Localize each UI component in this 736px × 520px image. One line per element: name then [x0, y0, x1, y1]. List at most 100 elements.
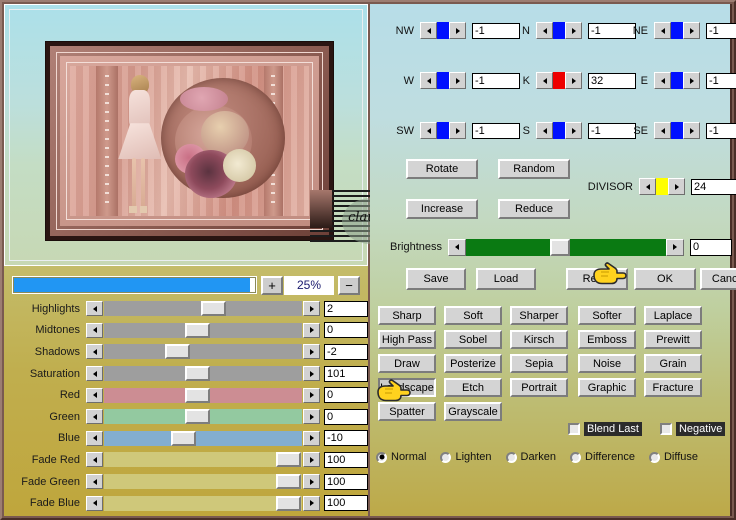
slider-value[interactable]: 100 — [324, 451, 368, 468]
divisor-spinner[interactable] — [639, 178, 685, 195]
zoom-slider[interactable] — [12, 276, 257, 294]
slider-value[interactable]: 100 — [324, 495, 368, 512]
kernel-bar[interactable] — [553, 72, 565, 89]
slider-track[interactable] — [104, 474, 302, 490]
kernel-spinner[interactable] — [536, 72, 582, 89]
filter-sharper-button[interactable]: Sharper — [510, 306, 568, 325]
kernel-spinner[interactable] — [420, 72, 466, 89]
slider-track[interactable] — [104, 430, 302, 446]
filter-soft-button[interactable]: Soft — [444, 306, 502, 325]
kernel-increase-icon[interactable] — [683, 122, 700, 139]
kernel-bar[interactable] — [553, 122, 565, 139]
filter-draw-button[interactable]: Draw — [378, 354, 436, 373]
slider-track[interactable] — [104, 366, 302, 382]
slider-thumb[interactable] — [185, 322, 211, 338]
slider-thumb[interactable] — [276, 495, 302, 511]
slider-thumb[interactable] — [185, 387, 211, 403]
load-button[interactable]: Load — [476, 268, 536, 290]
slider-thumb[interactable] — [185, 409, 211, 425]
filter-grayscale-button[interactable]: Grayscale — [444, 402, 502, 421]
divisor-decrease-icon[interactable] — [639, 178, 656, 195]
slider-increase-icon[interactable] — [303, 344, 320, 360]
filter-landscape-button[interactable]: Landscape — [378, 378, 436, 397]
ok-button[interactable]: OK — [634, 268, 696, 290]
kernel-decrease-icon[interactable] — [420, 122, 437, 139]
kernel-value[interactable]: -1 — [706, 72, 736, 89]
slider-increase-icon[interactable] — [303, 366, 320, 382]
kernel-spinner[interactable] — [536, 22, 582, 39]
slider-track[interactable] — [104, 409, 302, 425]
radio-diffuse[interactable] — [648, 451, 660, 463]
brightness-thumb[interactable] — [550, 238, 570, 256]
kernel-bar[interactable] — [671, 22, 683, 39]
kernel-bar[interactable] — [671, 72, 683, 89]
slider-value[interactable]: -10 — [324, 430, 368, 447]
kernel-increase-icon[interactable] — [449, 72, 466, 89]
kernel-decrease-icon[interactable] — [420, 22, 437, 39]
slider-increase-icon[interactable] — [303, 430, 320, 446]
kernel-decrease-icon[interactable] — [536, 72, 553, 89]
slider-value[interactable]: -2 — [324, 343, 368, 360]
brightness-value[interactable]: 0 — [690, 238, 732, 256]
slider-value[interactable]: 2 — [324, 300, 368, 317]
random-button[interactable]: Random — [498, 159, 570, 179]
kernel-increase-icon[interactable] — [565, 122, 582, 139]
radio-darken[interactable] — [505, 451, 517, 463]
slider-increase-icon[interactable] — [303, 452, 320, 468]
divisor-value[interactable]: 24 — [691, 178, 736, 195]
kernel-decrease-icon[interactable] — [654, 72, 671, 89]
kernel-decrease-icon[interactable] — [536, 22, 553, 39]
slider-decrease-icon[interactable] — [86, 322, 103, 338]
kernel-increase-icon[interactable] — [449, 122, 466, 139]
zoom-in-button[interactable]: + — [261, 275, 283, 295]
kernel-spinner[interactable] — [536, 122, 582, 139]
radio-difference[interactable] — [570, 451, 582, 463]
kernel-bar[interactable] — [437, 122, 449, 139]
slider-decrease-icon[interactable] — [86, 430, 103, 446]
filter-graphic-button[interactable]: Graphic — [578, 378, 636, 397]
kernel-bar[interactable] — [437, 22, 449, 39]
kernel-bar[interactable] — [437, 72, 449, 89]
slider-decrease-icon[interactable] — [86, 387, 103, 403]
kernel-bar[interactable] — [553, 22, 565, 39]
slider-track[interactable] — [104, 301, 302, 317]
slider-value[interactable]: 0 — [324, 387, 368, 404]
slider-increase-icon[interactable] — [303, 301, 320, 317]
slider-increase-icon[interactable] — [303, 409, 320, 425]
checkbox-negative[interactable] — [659, 423, 672, 435]
filter-emboss-button[interactable]: Emboss — [578, 330, 636, 349]
kernel-spinner[interactable] — [420, 122, 466, 139]
slider-decrease-icon[interactable] — [86, 495, 103, 511]
slider-value[interactable]: 0 — [324, 408, 368, 425]
kernel-spinner[interactable] — [654, 72, 700, 89]
kernel-spinner[interactable] — [654, 122, 700, 139]
cancel-button[interactable]: Cancel — [700, 268, 736, 290]
slider-decrease-icon[interactable] — [86, 452, 103, 468]
filter-sharp-button[interactable]: Sharp — [378, 306, 436, 325]
kernel-increase-icon[interactable] — [683, 72, 700, 89]
filter-high-pass-button[interactable]: High Pass — [378, 330, 436, 349]
slider-increase-icon[interactable] — [303, 387, 320, 403]
kernel-decrease-icon[interactable] — [654, 22, 671, 39]
checkbox-blend-last[interactable] — [568, 423, 580, 435]
slider-value[interactable]: 101 — [324, 365, 368, 382]
filter-spatter-button[interactable]: Spatter — [378, 402, 436, 421]
kernel-decrease-icon[interactable] — [420, 72, 437, 89]
slider-track[interactable] — [104, 452, 302, 468]
brightness-increase-icon[interactable] — [666, 238, 684, 256]
kernel-bar[interactable] — [671, 122, 683, 139]
filter-portrait-button[interactable]: Portrait — [510, 378, 568, 397]
filter-sobel-button[interactable]: Sobel — [444, 330, 502, 349]
filter-posterize-button[interactable]: Posterize — [444, 354, 502, 373]
rotate-button[interactable]: Rotate — [406, 159, 478, 179]
slider-thumb[interactable] — [165, 344, 191, 360]
divisor-increase-icon[interactable] — [668, 178, 685, 195]
kernel-value[interactable]: -1 — [706, 22, 736, 39]
brightness-slider[interactable] — [466, 238, 666, 256]
kernel-value[interactable]: -1 — [706, 122, 736, 139]
kernel-spinner[interactable] — [654, 22, 700, 39]
slider-thumb[interactable] — [276, 474, 302, 490]
slider-decrease-icon[interactable] — [86, 301, 103, 317]
divisor-bar[interactable] — [656, 178, 668, 195]
kernel-decrease-icon[interactable] — [654, 122, 671, 139]
